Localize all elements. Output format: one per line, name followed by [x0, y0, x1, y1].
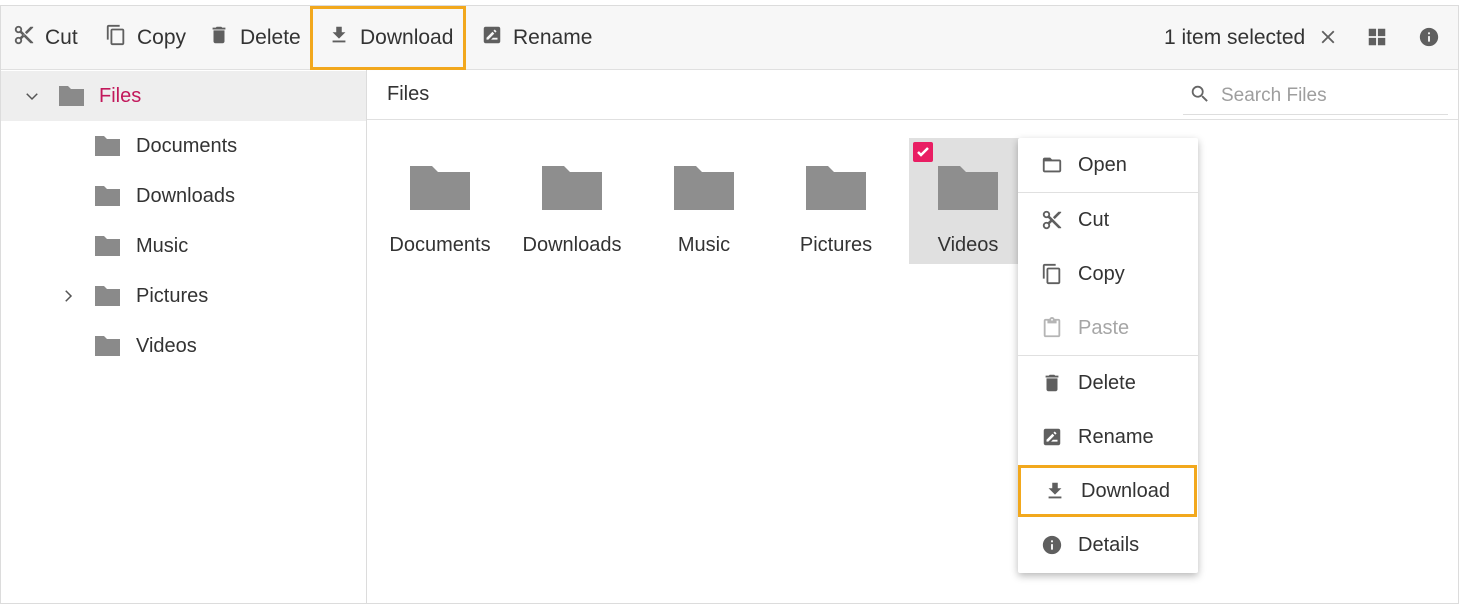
file-tile-videos[interactable]: Videos	[909, 138, 1027, 264]
menu-item-label: Paste	[1078, 316, 1130, 339]
menu-item-label: Details	[1078, 533, 1140, 556]
grid-view-icon[interactable]	[1363, 23, 1391, 51]
file-tile-name: Pictures	[799, 234, 873, 256]
tree-item-pictures[interactable]: Pictures	[1, 271, 366, 321]
tree-item-label: Documents	[136, 134, 238, 157]
content-pane: Files Documents Downloads Music Pictures…	[367, 70, 1458, 603]
tree-item-label: Downloads	[136, 184, 235, 207]
folder-icon	[93, 234, 122, 258]
folder-icon	[93, 134, 122, 158]
download-icon	[328, 24, 360, 52]
folder-icon	[806, 162, 866, 210]
close-icon[interactable]	[1314, 23, 1342, 51]
file-tile-name: Videos	[937, 234, 999, 256]
file-tile-name: Downloads	[522, 234, 622, 256]
tree-item-music[interactable]: Music	[1, 221, 366, 271]
tree-item-videos[interactable]: Videos	[1, 321, 366, 371]
tree-item-label: Pictures	[136, 284, 209, 307]
selection-checkbox[interactable]	[913, 142, 933, 162]
tree-item-label: Files	[99, 84, 142, 107]
folder-icon	[938, 162, 998, 210]
context-menu: Open Cut Copy Paste Delete Rename Downlo…	[1018, 138, 1198, 573]
menu-item-download[interactable]: Download	[1018, 465, 1197, 517]
navigation-pane: Files Documents Downloads Music Pictures…	[1, 70, 367, 603]
copy-label: Copy	[137, 26, 187, 49]
rename-button[interactable]: Rename	[481, 6, 592, 70]
cut-label: Cut	[45, 26, 78, 49]
folder-icon	[93, 334, 122, 358]
copy-icon	[105, 24, 137, 52]
menu-divider	[1018, 192, 1198, 193]
delete-button[interactable]: Delete	[208, 6, 301, 70]
tree-item-label: Music	[136, 234, 189, 257]
chevron-down-icon[interactable]	[22, 86, 42, 106]
file-manager: Cut Copy Delete Download Rename 1 item s…	[0, 5, 1459, 604]
file-tile-downloads[interactable]: Downloads	[513, 138, 631, 264]
download-button[interactable]: Download	[310, 6, 466, 70]
cut-button[interactable]: Cut	[13, 6, 78, 70]
menu-item-cut[interactable]: Cut	[1018, 194, 1198, 246]
trash-icon	[208, 24, 240, 52]
search-box	[1183, 78, 1448, 115]
download-label: Download	[360, 26, 454, 49]
menu-item-delete[interactable]: Delete	[1018, 357, 1198, 409]
folder-icon	[674, 162, 734, 210]
tree-item-label: Videos	[136, 334, 197, 357]
menu-item-label: Open	[1078, 153, 1127, 176]
folder-icon	[542, 162, 602, 210]
info-icon[interactable]	[1415, 23, 1443, 51]
tree-item-documents[interactable]: Documents	[1, 121, 366, 171]
chevron-right-icon[interactable]	[58, 286, 78, 306]
menu-divider	[1018, 355, 1198, 356]
delete-label: Delete	[240, 26, 301, 49]
scissors-icon	[13, 24, 45, 52]
tree-item-downloads[interactable]: Downloads	[1, 171, 366, 221]
search-input[interactable]	[1219, 84, 1443, 108]
menu-item-label: Download	[1081, 479, 1170, 502]
file-tile-name: Music	[677, 234, 731, 256]
menu-item-label: Cut	[1078, 208, 1110, 231]
rename-label: Rename	[513, 26, 593, 49]
menu-item-rename[interactable]: Rename	[1018, 411, 1198, 463]
menu-item-details[interactable]: Details	[1018, 519, 1198, 571]
menu-item-label: Delete	[1078, 371, 1136, 394]
menu-item-label: Copy	[1078, 262, 1125, 285]
folder-icon	[93, 184, 122, 208]
folder-icon	[57, 84, 86, 108]
file-tile-music[interactable]: Music	[645, 138, 763, 264]
search-icon	[1183, 83, 1219, 110]
folder-icon	[93, 284, 122, 308]
copy-button[interactable]: Copy	[105, 6, 186, 70]
selection-status: 1 item selected	[1164, 26, 1306, 49]
file-tile-name: Documents	[389, 234, 491, 256]
toolbar: Cut Copy Delete Download Rename 1 item s…	[1, 6, 1458, 70]
menu-item-open[interactable]: Open	[1018, 139, 1198, 191]
menu-item-paste: Paste	[1018, 302, 1198, 354]
tree-item-files[interactable]: Files	[1, 71, 366, 121]
breadcrumb-item[interactable]: Files	[387, 83, 429, 106]
menu-item-copy[interactable]: Copy	[1018, 248, 1198, 300]
rename-icon	[481, 24, 513, 52]
file-tile-pictures[interactable]: Pictures	[777, 138, 895, 264]
file-tile-documents[interactable]: Documents	[381, 138, 499, 264]
folder-icon	[410, 162, 470, 210]
breadcrumb: Files	[367, 70, 1458, 120]
menu-item-label: Rename	[1078, 425, 1154, 448]
